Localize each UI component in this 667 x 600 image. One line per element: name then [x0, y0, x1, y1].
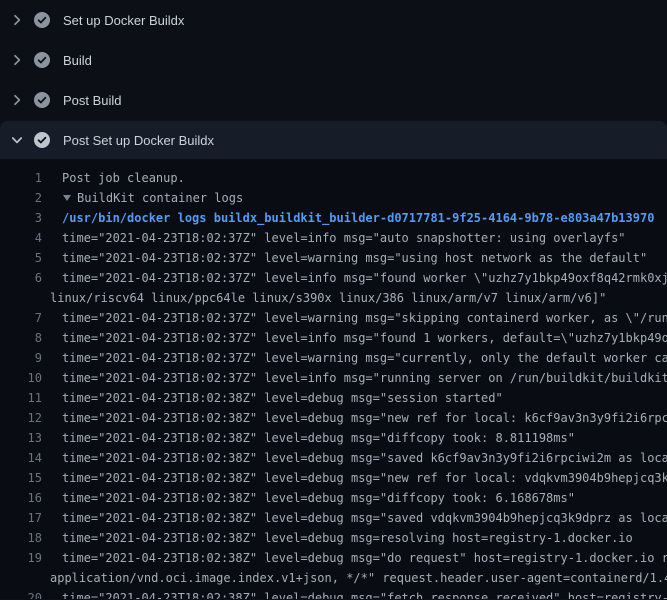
- log-text: time="2021-04-23T18:02:38Z" level=debug …: [62, 528, 633, 548]
- line-number[interactable]: 13: [0, 428, 42, 448]
- log-row: 9 time="2021-04-23T18:02:37Z" level=warni…: [0, 348, 667, 368]
- log-row: 8 time="2021-04-23T18:02:37Z" level=info …: [0, 328, 667, 348]
- actions-log-viewer: { "colors": { "page_bg": "#0c1016", "log…: [0, 0, 667, 600]
- line-number[interactable]: 12: [0, 408, 42, 428]
- group-title: BuildKit container logs: [77, 191, 243, 205]
- log-text: time="2021-04-23T18:02:38Z" level=debug …: [62, 588, 667, 599]
- line-number[interactable]: 16: [0, 488, 42, 508]
- step-row-post-build[interactable]: Post Build: [0, 80, 667, 120]
- log-row: 7 time="2021-04-23T18:02:37Z" level=warni…: [0, 308, 667, 328]
- step-row-post-set-up-docker-buildx[interactable]: Post Set up Docker Buildx: [0, 121, 667, 159]
- log-row: 2 BuildKit container logs: [0, 188, 667, 208]
- log-text: time="2021-04-23T18:02:38Z" level=debug …: [62, 408, 667, 428]
- log-text: time="2021-04-23T18:02:38Z" level=debug …: [62, 468, 667, 488]
- check-circle-icon: [34, 52, 50, 68]
- log-row: 15 time="2021-04-23T18:02:38Z" level=debu…: [0, 468, 667, 488]
- chevron-down-icon: [9, 132, 25, 148]
- step-label: Post Build: [63, 93, 122, 108]
- line-number[interactable]: 7: [0, 308, 42, 328]
- log-text: time="2021-04-23T18:02:37Z" level=warnin…: [62, 348, 667, 368]
- step-row-build[interactable]: Build: [0, 40, 667, 80]
- log-line-continuation: linux/riscv64 linux/ppc64le linux/s390x …: [0, 288, 667, 308]
- log-row: 6 time="2021-04-23T18:02:37Z" level=info …: [0, 268, 667, 288]
- chevron-right-icon: [9, 92, 25, 108]
- log-text: time="2021-04-23T18:02:38Z" level=debug …: [62, 428, 575, 448]
- check-circle-icon: [34, 92, 50, 108]
- log-row: 10 time="2021-04-23T18:02:37Z" level=info…: [0, 368, 667, 388]
- line-number[interactable]: 6: [0, 268, 42, 288]
- log-text: time="2021-04-23T18:02:38Z" level=debug …: [62, 548, 667, 568]
- log-text: time="2021-04-23T18:02:38Z" level=debug …: [62, 488, 575, 508]
- chevron-right-icon: [9, 52, 25, 68]
- line-number[interactable]: 20: [0, 588, 42, 599]
- group-caret-icon[interactable]: [63, 195, 71, 201]
- log-text: time="2021-04-23T18:02:38Z" level=debug …: [62, 448, 667, 468]
- check-circle-icon: [34, 132, 50, 148]
- log-text: time="2021-04-23T18:02:38Z" level=debug …: [62, 388, 503, 408]
- chevron-right-icon: [9, 12, 25, 28]
- log-row: 17 time="2021-04-23T18:02:38Z" level=debu…: [0, 508, 667, 528]
- log-line-continuation: application/vnd.oci.image.index.v1+json,…: [0, 568, 667, 588]
- log-row: 20 time="2021-04-23T18:02:38Z" level=debu…: [0, 588, 667, 599]
- step-label: Post Set up Docker Buildx: [63, 133, 214, 148]
- line-number[interactable]: 3: [0, 208, 42, 228]
- log-text: time="2021-04-23T18:02:37Z" level=warnin…: [62, 248, 647, 268]
- line-number[interactable]: 2: [0, 188, 42, 208]
- log-row: 13 time="2021-04-23T18:02:38Z" level=debu…: [0, 428, 667, 448]
- command-text: /usr/bin/docker logs buildx_buildkit_bui…: [62, 208, 654, 228]
- step-row-set-up-docker-buildx[interactable]: Set up Docker Buildx: [0, 0, 667, 40]
- line-number[interactable]: 5: [0, 248, 42, 268]
- line-number[interactable]: 18: [0, 528, 42, 548]
- line-number[interactable]: 8: [0, 328, 42, 348]
- line-number[interactable]: 9: [0, 348, 42, 368]
- line-number[interactable]: 1: [0, 168, 42, 188]
- log-row: 19 time="2021-04-23T18:02:38Z" level=debu…: [0, 548, 667, 568]
- log-row: 3/usr/bin/docker logs buildx_buildkit_bu…: [0, 208, 667, 228]
- log-area: 1 Post job cleanup. 2 BuildKit container lo…: [0, 159, 667, 599]
- log-text: time="2021-04-23T18:02:37Z" level=info m…: [62, 328, 667, 348]
- line-number[interactable]: 19: [0, 548, 42, 568]
- line-number[interactable]: 10: [0, 368, 42, 388]
- line-number[interactable]: 15: [0, 468, 42, 488]
- log-row: 12 time="2021-04-23T18:02:38Z" level=debu…: [0, 408, 667, 428]
- line-number[interactable]: 14: [0, 448, 42, 468]
- log-text: time="2021-04-23T18:02:37Z" level=info m…: [62, 228, 626, 248]
- step-label: Build: [63, 53, 92, 68]
- line-number[interactable]: 11: [0, 388, 42, 408]
- log-row: 5 time="2021-04-23T18:02:37Z" level=warni…: [0, 248, 667, 268]
- log-row: 14 time="2021-04-23T18:02:38Z" level=debu…: [0, 448, 667, 468]
- log-text: time="2021-04-23T18:02:38Z" level=debug …: [62, 508, 667, 528]
- log-row: 11 time="2021-04-23T18:02:38Z" level=debu…: [0, 388, 667, 408]
- log-row: 4 time="2021-04-23T18:02:37Z" level=info …: [0, 228, 667, 248]
- log-text: time="2021-04-23T18:02:37Z" level=info m…: [62, 268, 667, 288]
- log-row: 1 Post job cleanup.: [0, 168, 667, 188]
- check-circle-icon: [34, 12, 50, 28]
- log-row: 18 time="2021-04-23T18:02:38Z" level=debu…: [0, 528, 667, 548]
- log-text: Post job cleanup.: [62, 168, 185, 188]
- log-text: time="2021-04-23T18:02:37Z" level=info m…: [62, 368, 667, 388]
- line-number[interactable]: 17: [0, 508, 42, 528]
- step-label: Set up Docker Buildx: [63, 13, 184, 28]
- log-text: time="2021-04-23T18:02:37Z" level=warnin…: [62, 308, 667, 328]
- step-list: Set up Docker Buildx Build Post Build Post …: [0, 0, 667, 159]
- line-number[interactable]: 4: [0, 228, 42, 248]
- group-toggle-label[interactable]: BuildKit container logs: [62, 188, 243, 208]
- log-row: 16 time="2021-04-23T18:02:38Z" level=debu…: [0, 488, 667, 508]
